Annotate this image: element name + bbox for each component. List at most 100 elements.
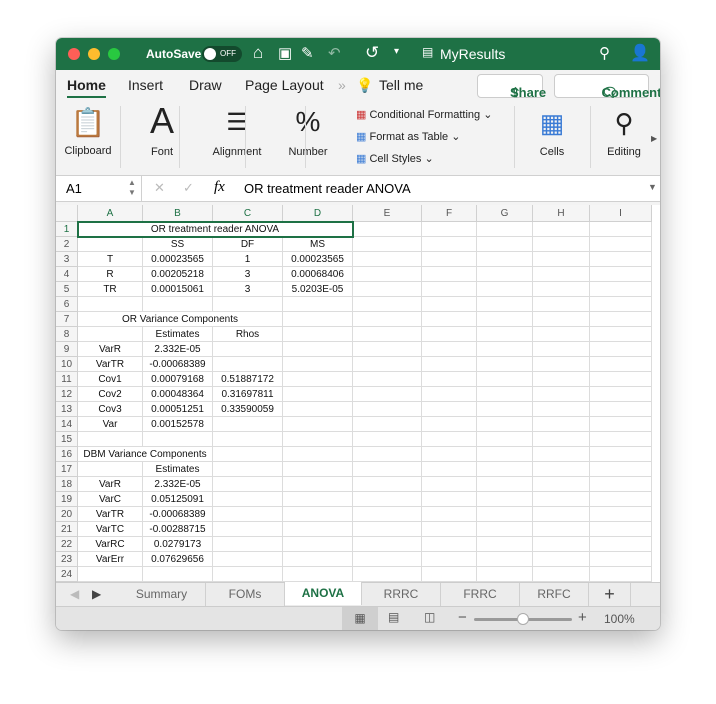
row-header-11[interactable]: 11 [56,372,78,387]
cell-I11[interactable] [590,372,652,387]
share-button[interactable]: ⇪ Share [477,74,546,100]
cell-G20[interactable] [477,507,533,522]
cell-I19[interactable] [590,492,652,507]
cell-C24[interactable] [213,567,283,582]
cell-A21[interactable]: VarTC [78,522,143,537]
sheet-tab-summary[interactable]: Summary [118,583,206,606]
cell-C21[interactable] [213,522,283,537]
cell-E23[interactable] [353,552,422,567]
cell-H23[interactable] [533,552,590,567]
cell-I3[interactable] [590,252,652,267]
cell-D6[interactable] [283,297,353,312]
cell-B20[interactable]: -0.00068389 [143,507,213,522]
cell-A18[interactable]: VarR [78,477,143,492]
cell-A8[interactable] [78,327,143,342]
cell-D24[interactable] [283,567,353,582]
cell-B3[interactable]: 0.00023565 [143,252,213,267]
cell-B12[interactable]: 0.00048364 [143,387,213,402]
cell-G19[interactable] [477,492,533,507]
row-header-6[interactable]: 6 [56,297,78,312]
cell-A23[interactable]: VarErr [78,552,143,567]
spreadsheet-grid[interactable]: A B C D E F G H I 1 OR treatment reader ANOVA 2 SS DF… [56,205,660,582]
tab-draw[interactable]: Draw [189,77,222,93]
cell-D12[interactable] [283,387,353,402]
cell-C5[interactable]: 3 [213,282,283,297]
tab-page-layout[interactable]: Page Layout [245,77,324,93]
cell-H5[interactable] [533,282,590,297]
cell-I5[interactable] [590,282,652,297]
conditional-formatting-button[interactable]: ▦ Conditional Formatting ⌄ [356,108,492,121]
cell-I13[interactable] [590,402,652,417]
cell-F9[interactable] [422,342,477,357]
cell-B24[interactable] [143,567,213,582]
cell-H8[interactable] [533,327,590,342]
cell-D5[interactable]: 5.0203E-05 [283,282,353,297]
cell-A16[interactable]: DBM Variance Components [78,447,213,462]
cell-I15[interactable] [590,432,652,447]
cell-I1[interactable] [590,222,652,237]
cell-F3[interactable] [422,252,477,267]
cell-C4[interactable]: 3 [213,267,283,282]
enter-icon[interactable]: ✓ [183,180,194,196]
close-window-button[interactable] [68,48,80,60]
cell-D23[interactable] [283,552,353,567]
cell-H1[interactable] [533,222,590,237]
cell-G10[interactable] [477,357,533,372]
sheet-tab-anova[interactable]: ANOVA [285,582,362,605]
cell-H2[interactable] [533,237,590,252]
cell-F2[interactable] [422,237,477,252]
minimize-window-button[interactable] [88,48,100,60]
undo-icon[interactable]: ↶ [328,44,341,62]
row-header-1[interactable]: 1 [56,222,78,237]
cell-I17[interactable] [590,462,652,477]
cell-C10[interactable] [213,357,283,372]
cell-F5[interactable] [422,282,477,297]
cell-D22[interactable] [283,537,353,552]
autosave-toggle[interactable]: OFF [202,46,242,62]
cell-G12[interactable] [477,387,533,402]
cell-B8[interactable]: Estimates [143,327,213,342]
cell-F6[interactable] [422,297,477,312]
cell-F8[interactable] [422,327,477,342]
column-header-I[interactable]: I [590,205,652,222]
page-break-view-icon[interactable]: ◫ [424,610,435,624]
cell-I23[interactable] [590,552,652,567]
cell-G11[interactable] [477,372,533,387]
cell-A7[interactable]: OR Variance Components [78,312,283,327]
cell-I21[interactable] [590,522,652,537]
column-header-A[interactable]: A [78,205,143,222]
normal-view-icon[interactable]: ▦ [342,607,378,630]
name-box[interactable]: A1 [66,181,82,196]
cell-H3[interactable] [533,252,590,267]
cell-F17[interactable] [422,462,477,477]
cell-I12[interactable] [590,387,652,402]
column-header-G[interactable]: G [477,205,533,222]
cell-D18[interactable] [283,477,353,492]
cell-A4[interactable]: R [78,267,143,282]
cell-H24[interactable] [533,567,590,582]
cell-B15[interactable] [143,432,213,447]
cell-G8[interactable] [477,327,533,342]
cell-E13[interactable] [353,402,422,417]
cell-F23[interactable] [422,552,477,567]
column-header-F[interactable]: F [422,205,477,222]
function-icon[interactable]: fx [214,179,225,196]
cell-B23[interactable]: 0.07629656 [143,552,213,567]
cell-D11[interactable] [283,372,353,387]
cell-B13[interactable]: 0.00051251 [143,402,213,417]
cell-G21[interactable] [477,522,533,537]
cell-G9[interactable] [477,342,533,357]
cell-H10[interactable] [533,357,590,372]
cell-E9[interactable] [353,342,422,357]
cell-E10[interactable] [353,357,422,372]
expand-formula-icon[interactable]: ▼ [648,182,657,192]
cell-B18[interactable]: 2.332E-05 [143,477,213,492]
cell-A13[interactable]: Cov3 [78,402,143,417]
row-header-8[interactable]: 8 [56,327,78,342]
cell-A22[interactable]: VarRC [78,537,143,552]
column-header-H[interactable]: H [533,205,590,222]
editing-group[interactable]: ⚲ Editing [598,106,650,158]
page-layout-view-icon[interactable]: ▤ [388,610,399,624]
cell-B19[interactable]: 0.05125091 [143,492,213,507]
cell-I9[interactable] [590,342,652,357]
